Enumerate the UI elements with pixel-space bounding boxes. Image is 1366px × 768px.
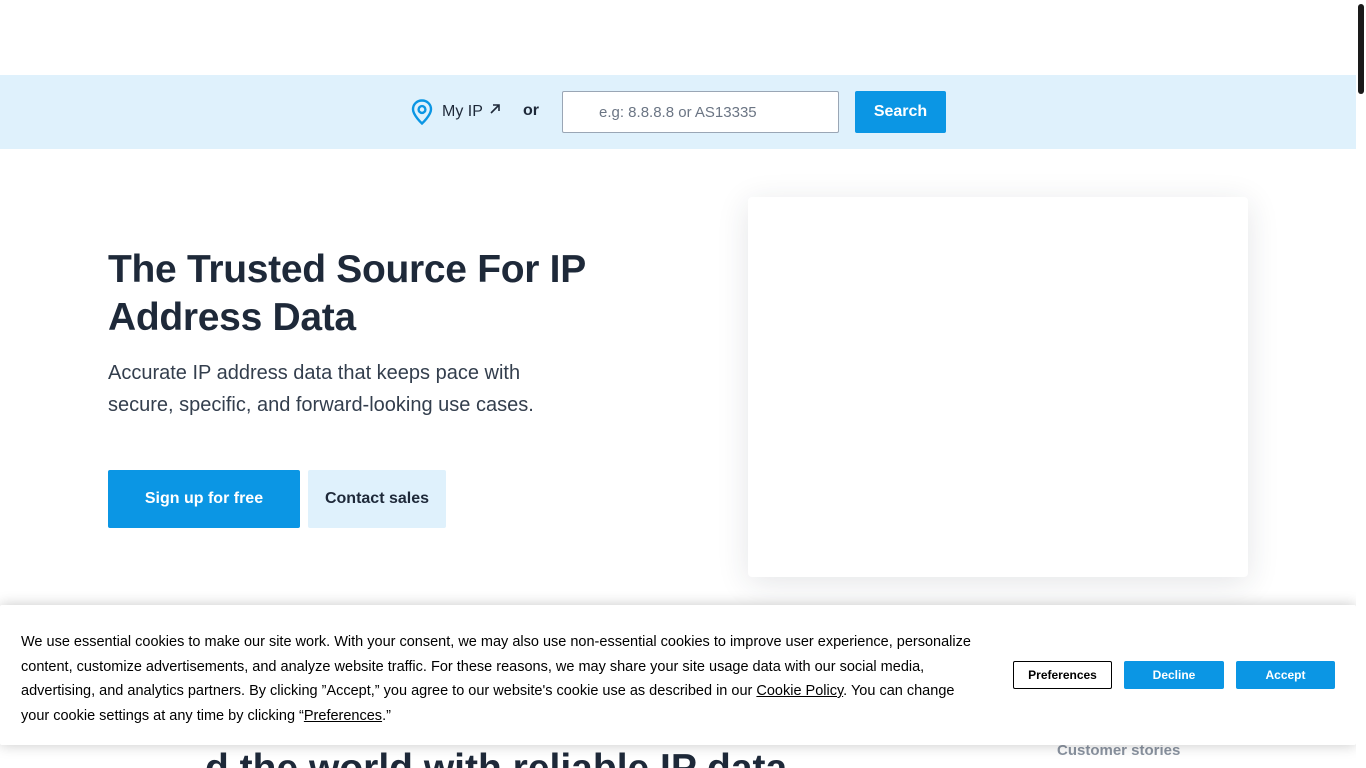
- cookie-text: We use essential cookies to make our sit…: [21, 630, 986, 728]
- preferences-link[interactable]: Preferences: [304, 708, 382, 724]
- my-ip-label: My IP: [442, 103, 483, 120]
- my-ip-link[interactable]: My IP: [411, 99, 501, 125]
- external-arrow-icon: [490, 104, 500, 114]
- hero-demo-card: [748, 197, 1248, 577]
- or-separator: or: [523, 102, 539, 119]
- ip-search-input[interactable]: [562, 91, 839, 133]
- cookie-text-part3: .”: [382, 707, 391, 724]
- accept-button[interactable]: Accept: [1236, 661, 1335, 689]
- search-button[interactable]: Search: [855, 91, 946, 133]
- section-heading: d the world with reliable IP data: [205, 745, 787, 768]
- hero-subtitle: Accurate IP address data that keeps pace…: [108, 362, 534, 416]
- decline-button[interactable]: Decline: [1124, 661, 1224, 689]
- top-header: [0, 0, 1356, 75]
- cookie-banner: We use essential cookies to make our sit…: [0, 605, 1356, 745]
- location-pin-icon: [411, 99, 433, 125]
- page-scrollbar[interactable]: [1356, 0, 1366, 768]
- contact-sales-button[interactable]: Contact sales: [308, 470, 446, 528]
- sign-up-button[interactable]: Sign up for free: [108, 470, 300, 528]
- cookie-policy-link[interactable]: Cookie Policy: [756, 683, 843, 699]
- preferences-button[interactable]: Preferences: [1013, 661, 1112, 689]
- hero-title: The Trusted Source For IP Address Data: [108, 248, 586, 339]
- scrollbar-thumb[interactable]: [1358, 4, 1364, 94]
